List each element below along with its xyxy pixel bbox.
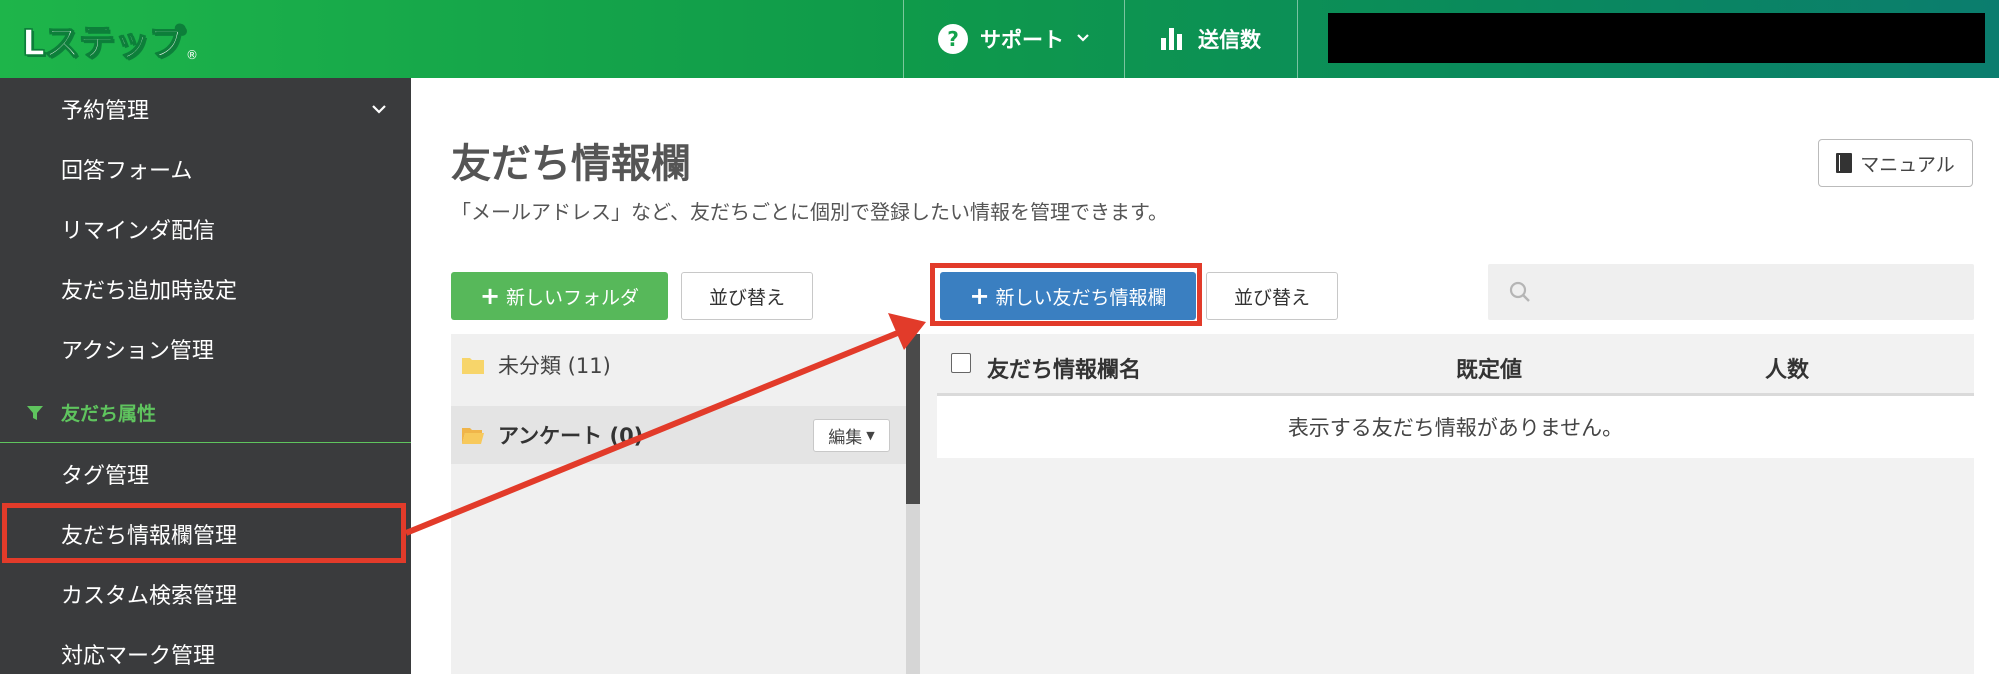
sidebar-item-action-management[interactable]: アクション管理 [0,321,411,377]
plus-icon: + [479,282,501,310]
sidebar-section-label: 友だち属性 [61,403,157,425]
sidebar-item-custom-search[interactable]: カスタム検索管理 [0,566,411,622]
sidebar-item-reservation[interactable]: 予約管理 [0,81,411,137]
select-all-checkbox[interactable] [951,353,971,373]
book-icon [1836,153,1853,173]
chevron-down-icon [1076,31,1090,47]
edit-label: 編集 [828,427,863,448]
folder-panel: 未分類 (11) アンケート (0) 編集 ▼ [451,334,920,674]
sidebar-item-label: 回答フォーム [61,159,193,184]
sidebar-section-friend-attributes[interactable]: 友だち属性 [0,383,411,443]
new-folder-button[interactable]: + 新しいフォルダ [451,272,668,320]
table-header: 友だち情報欄名 既定値 人数 [937,334,1974,396]
manual-label: マニュアル [1860,153,1955,176]
sort-folders-button[interactable]: 並び替え [681,272,813,320]
folder-edit-dropdown[interactable]: 編集 ▼ [813,418,890,452]
folder-label: アンケート (0) [498,424,644,448]
sidebar-item-tag-management[interactable]: タグ管理 [0,446,411,502]
sidebar-item-friend-add-settings[interactable]: 友だち追加時設定 [0,261,411,317]
search-input[interactable] [1488,264,1974,320]
sidebar: 予約管理 回答フォーム リマインダ配信 友だち追加時設定 アクション管理 友だち… [0,78,411,674]
folder-item-uncategorized[interactable]: 未分類 (11) [451,334,906,396]
question-icon: ? [938,24,968,54]
lstep-logo[interactable]: Lステップ ® [21,14,198,66]
chevron-down-icon [372,105,386,114]
folder-label: 未分類 (11) [498,354,611,378]
header-divider [1297,0,1298,78]
send-count-label: 送信数 [1198,28,1261,52]
top-header: Lステップ ® ? サポート 送信数 [0,0,1999,78]
table-empty-message: 表示する友だち情報がありません。 [937,396,1974,458]
redacted-account-area [1328,13,1985,63]
sort-label: 並び替え [708,286,785,309]
sidebar-item-label: 友だち追加時設定 [61,279,238,304]
page-description: 「メールアドレス」など、友だちごとに個別で登録したい情報を管理できます。 [451,200,1168,224]
sidebar-item-response-mark[interactable]: 対応マーク管理 [0,626,411,674]
folder-item-survey[interactable]: アンケート (0) 編集 ▼ [451,406,906,464]
folder-scrollbar-thumb[interactable] [906,334,920,504]
column-header-count[interactable]: 人数 [1765,352,1809,384]
sidebar-item-answer-form[interactable]: 回答フォーム [0,141,411,197]
column-header-name[interactable]: 友だち情報欄名 [987,352,1141,384]
sidebar-item-label: リマインダ配信 [61,219,216,244]
new-folder-label: 新しいフォルダ [506,286,640,309]
logo-registered-mark: ® [185,48,198,62]
annotation-highlight-sidebar [2,503,406,563]
page-title: 友だち情報欄 [451,141,691,187]
manual-button[interactable]: マニュアル [1818,139,1973,187]
open-folder-icon [462,428,484,444]
sidebar-item-label: タグ管理 [61,464,150,489]
sidebar-item-label: 対応マーク管理 [61,644,216,669]
sort-fields-button[interactable]: 並び替え [1206,272,1338,320]
funnel-icon [27,405,43,420]
sort-label: 並び替え [1233,286,1310,309]
support-label: サポート [980,28,1064,52]
search-icon [1509,281,1530,302]
folder-icon [462,358,484,374]
column-header-default[interactable]: 既定値 [1456,352,1522,384]
bar-chart-icon [1161,28,1182,50]
sidebar-item-label: 予約管理 [61,99,150,124]
send-count-menu[interactable]: 送信数 [1125,0,1297,78]
logo-text: Lステップ [21,22,185,65]
sidebar-item-label: カスタム検索管理 [61,584,238,609]
support-menu[interactable]: ? サポート [904,0,1124,78]
sidebar-item-reminder[interactable]: リマインダ配信 [0,201,411,257]
annotation-highlight-button [930,263,1202,326]
caret-down-icon: ▼ [866,428,875,442]
sidebar-item-label: アクション管理 [61,339,214,364]
